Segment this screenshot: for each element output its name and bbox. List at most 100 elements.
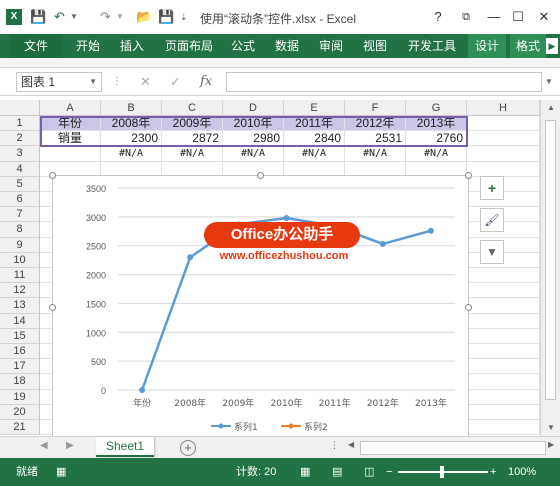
scroll-up-icon[interactable]: ▲ [541, 100, 560, 116]
tab-data[interactable]: 数据 [270, 34, 304, 58]
cell[interactable]: 2760 [406, 131, 467, 147]
row-header[interactable]: 11 [0, 268, 40, 284]
row-header[interactable]: 21 [0, 420, 40, 436]
sheet-tab-sheet1[interactable]: Sheet1 [96, 437, 154, 457]
tab-review[interactable]: 审阅 [314, 34, 348, 58]
chart-resize-handle[interactable] [465, 304, 472, 311]
column-header[interactable]: A [40, 100, 101, 116]
sheet-next-icon[interactable]: ▶ [66, 440, 74, 451]
page-layout-view-icon[interactable]: ▤ [332, 465, 342, 479]
cell[interactable] [467, 146, 540, 162]
cell[interactable]: 销量 [40, 131, 101, 147]
row-header[interactable]: 4 [0, 161, 40, 177]
row-header[interactable]: 7 [0, 207, 40, 223]
scroll-thumb[interactable] [545, 120, 556, 400]
column-header[interactable]: B [101, 100, 162, 116]
help-button[interactable]: ? [428, 8, 448, 26]
save-icon[interactable]: 💾 [30, 9, 46, 25]
formula-input[interactable] [226, 72, 542, 92]
close-button[interactable]: ✕ [534, 8, 554, 26]
cell[interactable] [467, 283, 540, 299]
row-header[interactable]: 3 [0, 146, 40, 162]
hscroll-left-icon[interactable]: ◀ [348, 440, 354, 449]
zoom-out-button[interactable]: − [386, 465, 392, 479]
cell[interactable]: 2011年 [284, 116, 345, 132]
row-header[interactable]: 18 [0, 374, 40, 390]
cell[interactable]: 2008年 [101, 116, 162, 132]
cell[interactable] [467, 313, 540, 329]
cell[interactable]: 2300 [101, 131, 162, 147]
column-header[interactable]: H [467, 100, 540, 116]
chart-elements-button[interactable]: + [480, 176, 504, 200]
vertical-scrollbar[interactable]: ▲ ▼ [540, 100, 560, 436]
column-header[interactable]: E [284, 100, 345, 116]
row-header[interactable]: 17 [0, 359, 40, 375]
save-as-icon[interactable]: 💾 [158, 9, 174, 25]
tab-developer[interactable]: 开发工具 [404, 34, 460, 58]
macro-record-icon[interactable]: ▦ [56, 465, 66, 479]
zoom-in-button[interactable]: + [490, 465, 496, 479]
column-header[interactable]: F [345, 100, 406, 116]
chart-filter-icon[interactable]: ▼ [480, 240, 504, 264]
row-header[interactable]: 16 [0, 344, 40, 360]
cell[interactable]: #N/A [223, 146, 284, 162]
cell[interactable] [467, 116, 540, 132]
cell[interactable]: 2872 [162, 131, 223, 147]
cell[interactable] [467, 420, 540, 436]
cell[interactable]: 2531 [345, 131, 406, 147]
select-all-corner[interactable] [0, 100, 40, 116]
row-header[interactable]: 8 [0, 222, 40, 238]
cell[interactable]: #N/A [345, 146, 406, 162]
cell[interactable]: 2010年 [223, 116, 284, 132]
insert-function-icon[interactable]: fx [200, 73, 212, 91]
cell[interactable]: 2980 [223, 131, 284, 147]
sheet-prev-icon[interactable]: ◀ [40, 440, 48, 451]
cell[interactable]: #N/A [406, 146, 467, 162]
tab-page-layout[interactable]: 页面布局 [160, 34, 218, 58]
cell[interactable]: #N/A [284, 146, 345, 162]
cell[interactable]: 2012年 [345, 116, 406, 132]
cell[interactable]: 2009年 [162, 116, 223, 132]
redo-icon[interactable]: ↷ [100, 9, 111, 25]
column-header[interactable]: C [162, 100, 223, 116]
tab-view[interactable]: 视图 [358, 34, 392, 58]
cell[interactable] [467, 298, 540, 314]
undo-icon[interactable]: ↶ [54, 9, 65, 25]
add-sheet-button[interactable]: + [180, 440, 196, 456]
chevron-down-icon[interactable]: ▼ [89, 73, 97, 91]
column-header[interactable]: D [223, 100, 284, 116]
tab-file[interactable]: 文件 [10, 34, 62, 58]
row-header[interactable]: 19 [0, 389, 40, 405]
cell[interactable] [467, 328, 540, 344]
row-header[interactable]: 5 [0, 176, 40, 192]
cell[interactable] [40, 146, 101, 162]
line-chart[interactable]: 0 500 1000 1500 2000 2500 3000 3500 年份 2008年 2009年… [52, 175, 469, 438]
row-header[interactable]: 1 [0, 116, 40, 132]
row-header[interactable]: 9 [0, 237, 40, 253]
chart-resize-handle[interactable] [465, 172, 472, 179]
redo-dropdown-icon[interactable]: ▼ [116, 9, 124, 25]
zoom-slider-thumb[interactable] [440, 466, 444, 478]
row-header[interactable]: 20 [0, 404, 40, 420]
tab-insert[interactable]: 插入 [114, 34, 150, 58]
cancel-icon[interactable]: ✕ [140, 73, 151, 91]
cell[interactable] [467, 374, 540, 390]
open-folder-icon[interactable]: 📂 [136, 9, 152, 25]
row-header[interactable]: 12 [0, 283, 40, 299]
scroll-down-icon[interactable]: ▼ [541, 420, 560, 436]
minimize-button[interactable]: — [484, 8, 504, 26]
horizontal-scrollbar[interactable] [360, 441, 546, 455]
expand-formula-icon[interactable]: ▼ [544, 72, 554, 92]
chart-styles-brush-icon[interactable]: 🖌 [480, 208, 504, 232]
cell[interactable]: #N/A [101, 146, 162, 162]
hscroll-right-icon[interactable]: ▶ [548, 440, 554, 449]
name-box[interactable]: 图表 1 ▼ [16, 72, 102, 92]
chevron-right-icon[interactable]: ▶ [546, 38, 558, 54]
cell[interactable]: #N/A [162, 146, 223, 162]
chart-resize-handle[interactable] [49, 172, 56, 179]
cell[interactable] [467, 161, 540, 177]
enter-icon[interactable]: ✓ [170, 73, 181, 91]
tab-format[interactable]: 格式 [510, 34, 546, 58]
ribbon-display-button[interactable]: ⧉ [456, 8, 476, 26]
normal-view-icon[interactable]: ▦ [300, 465, 310, 479]
